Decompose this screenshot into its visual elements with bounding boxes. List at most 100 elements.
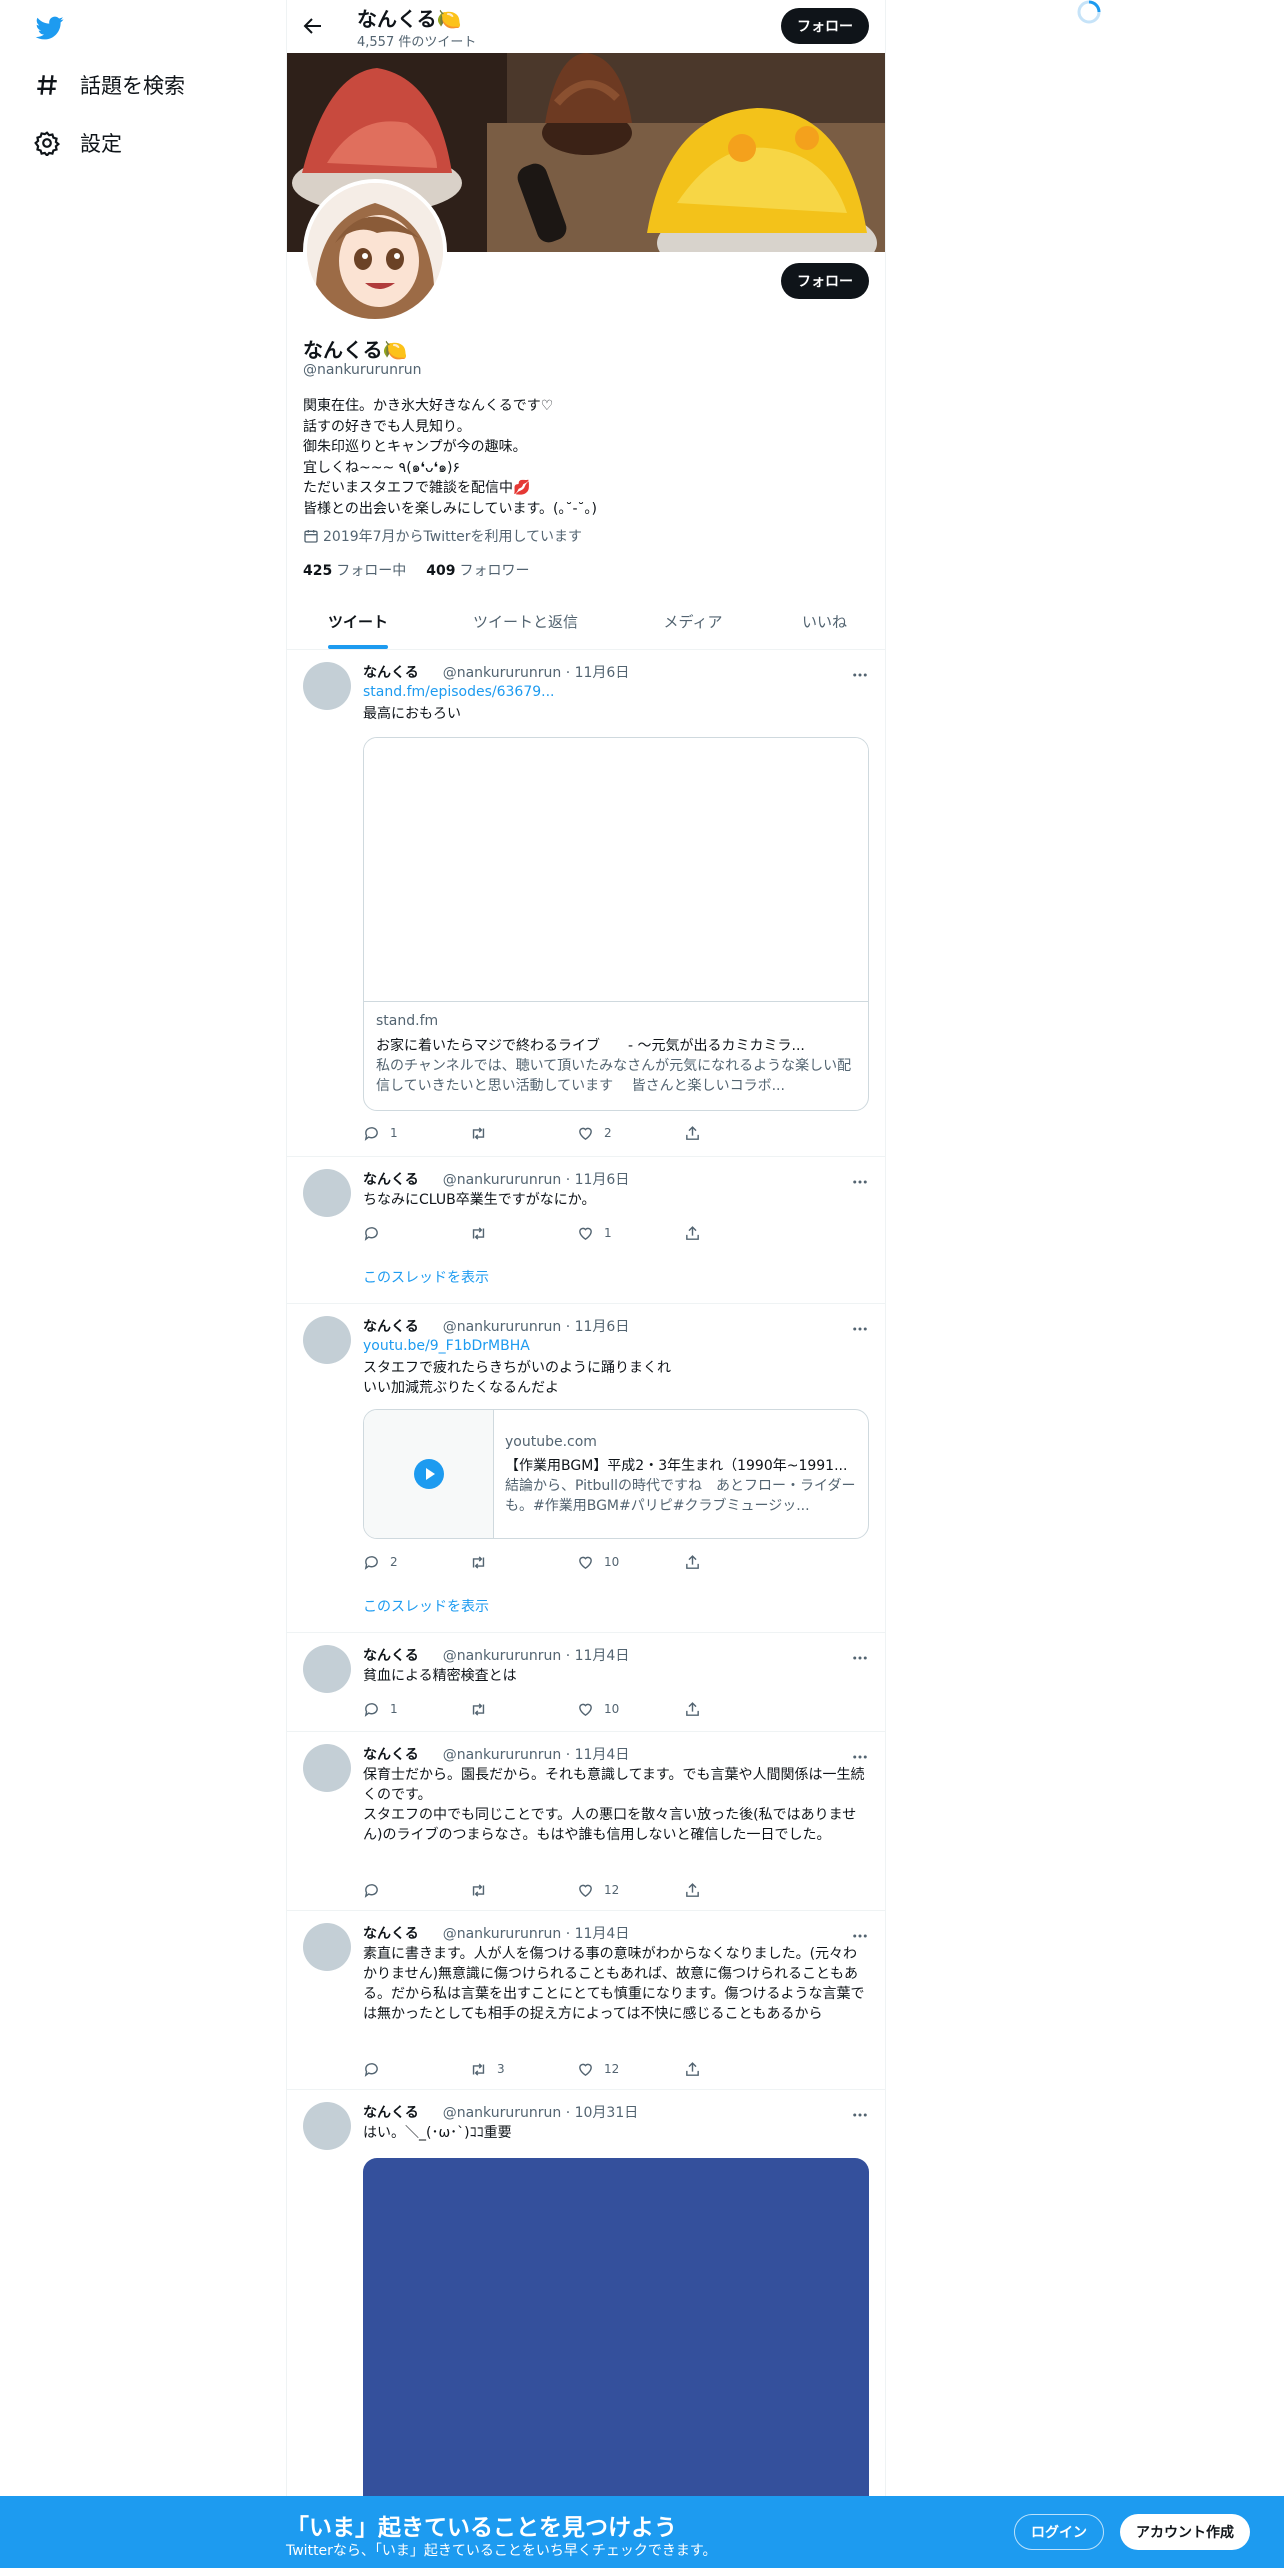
tweet-text: ちなみにCLUB卒業生ですがなにか。	[363, 1192, 596, 1208]
reply-button[interactable]	[363, 1223, 470, 1243]
share-icon	[686, 1554, 699, 1569]
tweet[interactable]: なんくる @nankururunrun · 11月4日 貧血による精密検査とは 1…	[287, 1633, 885, 1732]
tweet[interactable]: なんくる @nankururunrun · 11月4日 保育士だから。園長だから。…	[287, 1732, 885, 1911]
tweet-handle-date[interactable]: @nankururunrun · 11月6日	[443, 1172, 630, 1188]
login-button[interactable]: ログイン	[1014, 2514, 1104, 2550]
followers-label: フォロワー	[459, 563, 530, 579]
share-button[interactable]	[684, 2059, 791, 2079]
like-button[interactable]: 10	[577, 1552, 684, 1572]
retweet-button[interactable]	[470, 1552, 577, 1572]
tweet-handle-date[interactable]: @nankururunrun · 10月31日	[443, 2105, 639, 2121]
link-card[interactable]: stand.fm お家に着いたらマジで終わるライブ - ～元気が出るカミカミラ.…	[363, 737, 869, 1111]
more-icon[interactable]	[851, 1927, 869, 1945]
tweet-avatar[interactable]	[303, 662, 351, 710]
more-icon[interactable]	[851, 2106, 869, 2124]
retweet-icon	[472, 1555, 485, 1569]
reply-button[interactable]: 2	[363, 1552, 470, 1572]
reply-button[interactable]: 1	[363, 1123, 470, 1143]
back-arrow-icon[interactable]	[301, 14, 325, 38]
tab-tweets-and-replies[interactable]: ツイートと返信	[429, 596, 622, 649]
tweet-handle-date[interactable]: @nankururunrun · 11月6日	[443, 665, 630, 681]
profile-follow-button[interactable]: フォロー	[781, 263, 869, 299]
retweet-button[interactable]	[470, 1880, 577, 1900]
like-button[interactable]: 2	[577, 1123, 684, 1143]
heart-icon	[579, 1127, 592, 1140]
tweet-author-name[interactable]: なんくる	[363, 665, 419, 681]
like-count: 10	[604, 1702, 620, 1716]
retweet-button[interactable]	[470, 1223, 577, 1243]
tweet-link[interactable]: youtu.be/9_F1bDrMBHA	[363, 1338, 530, 1354]
tweet-handle-date[interactable]: @nankururunrun · 11月4日	[443, 1747, 630, 1763]
retweet-button[interactable]	[470, 1123, 577, 1143]
tweet-author-name[interactable]: なんくる	[363, 1172, 419, 1188]
tweet-link[interactable]: stand.fm/episodes/63679...	[363, 684, 555, 700]
more-icon[interactable]	[851, 1748, 869, 1766]
more-icon[interactable]	[851, 1173, 869, 1191]
tweet-header: なんくる @nankururunrun · 11月6日	[363, 1316, 629, 1336]
retweet-button[interactable]: 3	[470, 2059, 577, 2079]
tweet-avatar[interactable]	[303, 1645, 351, 1693]
tweet-author-name[interactable]: なんくる	[363, 1319, 419, 1335]
tweet-avatar[interactable]	[303, 1923, 351, 1971]
tweet-handle-date[interactable]: @nankururunrun · 11月4日	[443, 1926, 630, 1942]
like-count: 2	[604, 1126, 612, 1140]
like-button[interactable]: 10	[577, 1699, 684, 1719]
tweet-author-name[interactable]: なんくる	[363, 1747, 419, 1763]
following-link[interactable]: 425 フォロー中	[303, 560, 406, 580]
heart-icon	[579, 1884, 592, 1897]
signup-button[interactable]: アカウント作成	[1120, 2514, 1250, 2550]
share-button[interactable]	[684, 1223, 791, 1243]
tweet-author-name[interactable]: なんくる	[363, 1926, 419, 1942]
retweet-button[interactable]	[470, 1699, 577, 1719]
card-media	[364, 738, 868, 1002]
tweet-avatar[interactable]	[303, 1316, 351, 1364]
nav-settings[interactable]: 設定	[34, 128, 122, 158]
tweet-author-name[interactable]: なんくる	[363, 2105, 419, 2121]
share-button[interactable]	[684, 1123, 791, 1143]
tweet-text: はい。＼_(･ω･`)ｺｺ重要	[363, 2125, 512, 2141]
tweet-avatar[interactable]	[303, 1169, 351, 1217]
tweet-handle-date[interactable]: @nankururunrun · 11月4日	[443, 1648, 630, 1664]
tab-likes[interactable]: いいね	[764, 596, 885, 649]
like-button[interactable]: 12	[577, 2059, 684, 2079]
profile-joined: 2019年7月からTwitterを利用しています	[303, 526, 582, 546]
more-icon[interactable]	[851, 1320, 869, 1338]
more-icon[interactable]	[851, 666, 869, 684]
tweet[interactable]: なんくる @nankururunrun · 11月4日 素直に書きます。人が人を傷…	[287, 1911, 885, 2090]
header-tweet-count: 4,557 件のツイート	[357, 35, 477, 50]
reply-button[interactable]	[363, 2059, 470, 2079]
tweet-author-name[interactable]: なんくる	[363, 1648, 419, 1664]
header-follow-button[interactable]: フォロー	[781, 8, 869, 44]
like-button[interactable]: 1	[577, 1223, 684, 1243]
reply-icon	[364, 1126, 378, 1141]
profile-tabs: ツイート ツイートと返信 メディア いいね	[287, 596, 885, 650]
show-thread-link[interactable]: このスレッドを表示	[363, 1267, 489, 1287]
share-button[interactable]	[684, 1552, 791, 1572]
tweet-text: 保育士だから。園長だから。それも意識してます。でも言葉や人間関係は一生続くのです…	[363, 1767, 865, 1843]
card-description: 結論から、Pitbullの時代ですね あとフロー・ライダーも。#作業用BGM#パ…	[505, 1478, 856, 1514]
share-button[interactable]	[684, 1699, 791, 1719]
more-icon[interactable]	[851, 1649, 869, 1667]
share-icon	[686, 1882, 699, 1897]
heart-icon	[579, 2063, 592, 2076]
like-button[interactable]: 12	[577, 1880, 684, 1900]
tweet[interactable]: なんくる @nankururunrun · 11月6日 youtu.be/9_F1…	[287, 1304, 885, 1633]
followers-link[interactable]: 409 フォロワー	[426, 560, 529, 580]
nav-explore[interactable]: 話題を検索	[34, 70, 185, 100]
reply-button[interactable]	[363, 1880, 470, 1900]
tweet-header: なんくる @nankururunrun · 11月6日	[363, 1169, 629, 1189]
tweet[interactable]: なんくる @nankururunrun · 11月6日 ちなみにCLUB卒業生です…	[287, 1157, 885, 1304]
share-button[interactable]	[684, 1880, 791, 1900]
tweet-handle-date[interactable]: @nankururunrun · 11月6日	[443, 1319, 630, 1335]
tweet-avatar[interactable]	[303, 2102, 351, 2150]
twitter-bird-icon[interactable]	[34, 14, 66, 42]
link-card[interactable]: youtube.com 【作業用BGM】平成2・3年生まれ（1990年~1991…	[363, 1409, 869, 1539]
tweet-avatar[interactable]	[303, 1744, 351, 1792]
tweet[interactable]: なんくる @nankururunrun · 11月6日 stand.fm/epis…	[287, 650, 885, 1157]
reply-button[interactable]: 1	[363, 1699, 470, 1719]
reply-count: 2	[390, 1555, 398, 1569]
tab-tweets[interactable]: ツイート	[287, 596, 429, 649]
tab-media[interactable]: メディア	[622, 596, 764, 649]
show-thread-link[interactable]: このスレッドを表示	[363, 1596, 489, 1616]
profile-avatar[interactable]	[303, 179, 447, 323]
